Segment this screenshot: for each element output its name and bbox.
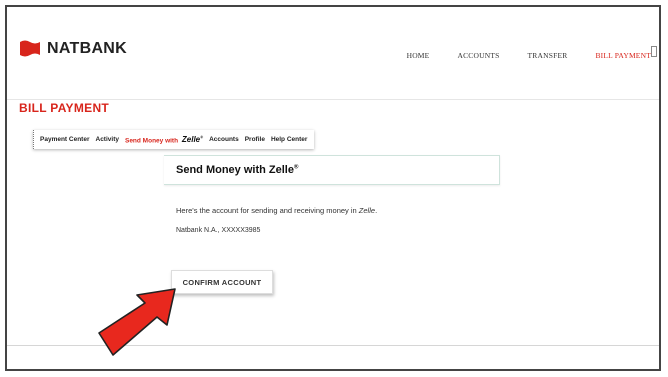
top-bar: NATBANK HOME ACCOUNTS TRANSFER BILL PAYM…: [7, 7, 659, 100]
flag-icon: [20, 40, 40, 57]
sub-nav: Payment Center Activity Send Money with …: [33, 130, 315, 149]
logo[interactable]: NATBANK: [19, 40, 127, 58]
browser-frame: NATBANK HOME ACCOUNTS TRANSFER BILL PAYM…: [5, 5, 661, 371]
main-nav: HOME ACCOUNTS TRANSFER BILL PAYMENT: [379, 51, 651, 60]
card-title: Send Money with Zelle®: [176, 164, 299, 176]
subnav-activity[interactable]: Activity: [96, 136, 119, 143]
account-number: Natbank N.A., XXXXX3985: [176, 227, 261, 234]
card-header: Send Money with Zelle®: [164, 155, 500, 185]
nav-home[interactable]: HOME: [407, 51, 430, 60]
subnav-help-center[interactable]: Help Center: [271, 136, 307, 143]
subnav-send-money[interactable]: Send Money with Zelle®: [125, 135, 203, 145]
subnav-accounts[interactable]: Accounts: [209, 136, 239, 143]
brand-name: NATBANK: [47, 40, 128, 57]
nav-transfer[interactable]: TRANSFER: [528, 51, 568, 60]
pointer-arrow-icon: [98, 288, 176, 356]
subnav-profile[interactable]: Profile: [245, 136, 265, 143]
subnav-payment-center[interactable]: Payment Center: [40, 136, 90, 143]
scrollbar-thumb[interactable]: [651, 46, 657, 57]
zelle-logo: Zelle®: [181, 134, 204, 145]
confirm-account-button[interactable]: CONFIRM ACCOUNT: [171, 270, 273, 294]
page-title: BILL PAYMENT: [19, 101, 110, 115]
nav-accounts[interactable]: ACCOUNTS: [457, 51, 499, 60]
subnav-send-money-label: Send Money with: [124, 137, 179, 145]
nav-bill-payment[interactable]: BILL PAYMENT: [595, 51, 651, 60]
account-description: Here's the account for sending and recei…: [176, 206, 378, 215]
